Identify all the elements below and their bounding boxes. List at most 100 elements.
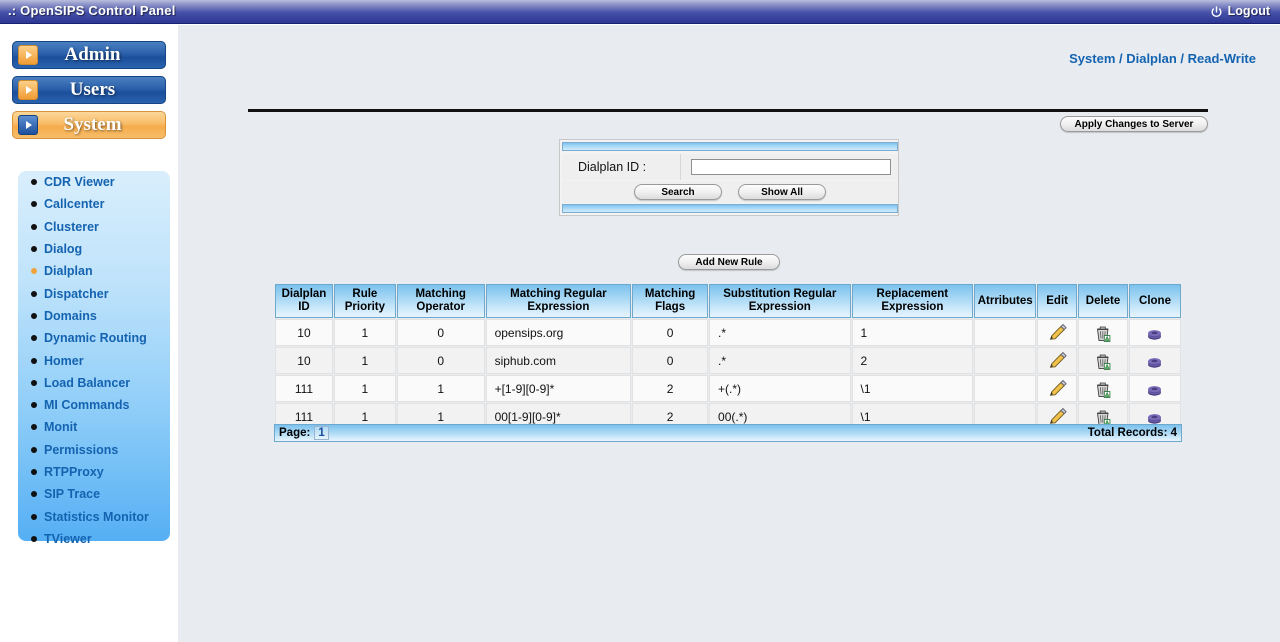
bullet-icon xyxy=(31,201,37,208)
cell-substitution-regex: +(.*) xyxy=(709,375,851,402)
sidebar-group-system[interactable]: System xyxy=(12,111,166,139)
sidebar-item-permissions[interactable]: Permissions xyxy=(18,439,170,461)
sidebar-item-label: CDR Viewer xyxy=(44,175,115,190)
cell-attributes xyxy=(974,375,1037,402)
column-attributes[interactable]: Atrributes xyxy=(974,284,1037,318)
delete-row-button[interactable] xyxy=(1078,347,1128,374)
page-number-link[interactable]: 1 xyxy=(314,426,329,440)
sidebar-item-mi-commands[interactable]: MI Commands xyxy=(18,394,170,416)
horizontal-divider xyxy=(248,109,1208,112)
triangle-right-icon xyxy=(18,115,38,135)
sidebar-item-label: Homer xyxy=(44,353,84,368)
edit-row-button[interactable] xyxy=(1037,347,1078,374)
trash-icon[interactable] xyxy=(1079,376,1127,401)
sidebar-item-label: Monit xyxy=(44,420,78,435)
column-clone[interactable]: Clone xyxy=(1129,284,1181,318)
sidebar-group-label: Users xyxy=(69,79,116,100)
sidebar-item-label: TViewer xyxy=(44,531,92,546)
sidebar-item-label: Dialog xyxy=(44,242,83,257)
sidebar-item-domains[interactable]: Domains xyxy=(18,305,170,327)
bullet-icon xyxy=(31,223,37,230)
breadcrumb[interactable]: System / Dialplan / Read-Write xyxy=(1069,51,1256,66)
sidebar-item-homer[interactable]: Homer xyxy=(18,349,170,371)
logout-button[interactable]: Logout xyxy=(1210,4,1270,18)
sidebar-item-label: Clusterer xyxy=(44,219,99,234)
page-label: Page: xyxy=(279,427,311,439)
table-row: 10 1 0 opensips.org 0 .* 1 xyxy=(275,319,1181,346)
apply-changes-button[interactable]: Apply Changes to Server xyxy=(1060,116,1208,132)
edit-row-button[interactable] xyxy=(1037,375,1078,402)
sidebar-item-sip-trace[interactable]: SIP Trace xyxy=(18,483,170,505)
add-new-rule-button[interactable]: Add New Rule xyxy=(678,254,780,270)
sidebar-item-dispatcher[interactable]: Dispatcher xyxy=(18,282,170,304)
dialplan-table: Dialplan ID Rule Priority Matching Operator… xyxy=(274,283,1182,431)
bullet-icon xyxy=(31,379,37,386)
pencil-icon[interactable] xyxy=(1038,348,1076,373)
pencil-icon[interactable] xyxy=(1038,320,1076,345)
bullet-icon xyxy=(31,513,37,520)
cell-dialplan-id: 10 xyxy=(275,319,333,346)
sidebar-item-tviewer[interactable]: TViewer xyxy=(18,528,170,550)
dialplan-id-input[interactable] xyxy=(691,159,891,175)
triangle-right-icon xyxy=(18,45,38,65)
clone-discs-icon[interactable] xyxy=(1130,376,1180,401)
panel-stripe-bottom xyxy=(562,204,898,213)
clone-discs-icon[interactable] xyxy=(1130,320,1180,345)
cell-matching-flags: 0 xyxy=(632,319,709,346)
show-all-button[interactable]: Show All xyxy=(738,184,826,200)
pencil-icon[interactable] xyxy=(1038,376,1076,401)
column-substitution-regex[interactable]: Substitution Regular Expression xyxy=(709,284,851,318)
sidebar-item-statistics-monitor[interactable]: Statistics Monitor xyxy=(18,505,170,527)
bullet-icon xyxy=(31,446,37,453)
sidebar-group-users[interactable]: Users xyxy=(12,76,166,104)
trash-icon[interactable] xyxy=(1079,320,1127,345)
cell-substitution-regex: .* xyxy=(709,347,851,374)
column-matching-flags[interactable]: Matching Flags xyxy=(632,284,709,318)
search-button[interactable]: Search xyxy=(634,184,722,200)
sidebar-group-label: System xyxy=(63,114,122,135)
column-matching-operator[interactable]: Matching Operator xyxy=(396,284,485,318)
sidebar-item-rtpproxy[interactable]: RTPProxy xyxy=(18,461,170,483)
sidebar-item-load-balancer[interactable]: Load Balancer xyxy=(18,372,170,394)
sidebar-group-admin[interactable]: Admin xyxy=(12,41,166,69)
sidebar: Admin Users System CDR Viewer Callcenter… xyxy=(0,25,178,642)
app-header: .: OpenSIPS Control Panel Logout xyxy=(0,0,1280,24)
cell-dialplan-id: 10 xyxy=(275,347,333,374)
column-matching-regex[interactable]: Matching Regular Expression xyxy=(485,284,632,318)
edit-row-button[interactable] xyxy=(1037,319,1078,346)
sidebar-item-dialplan[interactable]: Dialplan xyxy=(18,260,170,282)
sidebar-item-monit[interactable]: Monit xyxy=(18,416,170,438)
sidebar-item-dialog[interactable]: Dialog xyxy=(18,238,170,260)
sidebar-item-label: Dynamic Routing xyxy=(44,331,147,346)
cell-replacement-expression: 1 xyxy=(851,319,974,346)
trash-icon[interactable] xyxy=(1079,348,1127,373)
sidebar-item-dynamic-routing[interactable]: Dynamic Routing xyxy=(18,327,170,349)
bullet-icon xyxy=(31,535,37,542)
column-delete[interactable]: Delete xyxy=(1078,284,1128,318)
delete-row-button[interactable] xyxy=(1078,319,1128,346)
column-dialplan-id[interactable]: Dialplan ID xyxy=(275,284,333,318)
power-icon xyxy=(1210,5,1223,19)
column-edit[interactable]: Edit xyxy=(1037,284,1078,318)
clone-discs-icon[interactable] xyxy=(1130,348,1180,373)
column-rule-priority[interactable]: Rule Priority xyxy=(333,284,396,318)
column-replacement-expression[interactable]: Replacement Expression xyxy=(851,284,974,318)
delete-row-button[interactable] xyxy=(1078,375,1128,402)
bullet-icon xyxy=(31,402,37,409)
clone-row-button[interactable] xyxy=(1129,347,1181,374)
sidebar-item-label: Dispatcher xyxy=(44,286,109,301)
sidebar-item-label: Dialplan xyxy=(44,264,93,279)
cell-matching-regex: siphub.com xyxy=(485,347,632,374)
sidebar-group-label: Admin xyxy=(64,44,121,65)
clone-row-button[interactable] xyxy=(1129,375,1181,402)
table-row: 111 1 1 +[1-9][0-9]* 2 +(.*) \1 xyxy=(275,375,1181,402)
sidebar-item-callcenter[interactable]: Callcenter xyxy=(18,193,170,215)
clone-row-button[interactable] xyxy=(1129,319,1181,346)
cell-attributes xyxy=(974,319,1037,346)
sidebar-item-label: Statistics Monitor xyxy=(44,509,149,524)
triangle-right-icon xyxy=(18,80,38,100)
sidebar-item-clusterer[interactable]: Clusterer xyxy=(18,216,170,238)
cell-matching-regex: opensips.org xyxy=(485,319,632,346)
panel-stripe-top xyxy=(562,142,898,151)
sidebar-item-cdr-viewer[interactable]: CDR Viewer xyxy=(18,171,170,193)
